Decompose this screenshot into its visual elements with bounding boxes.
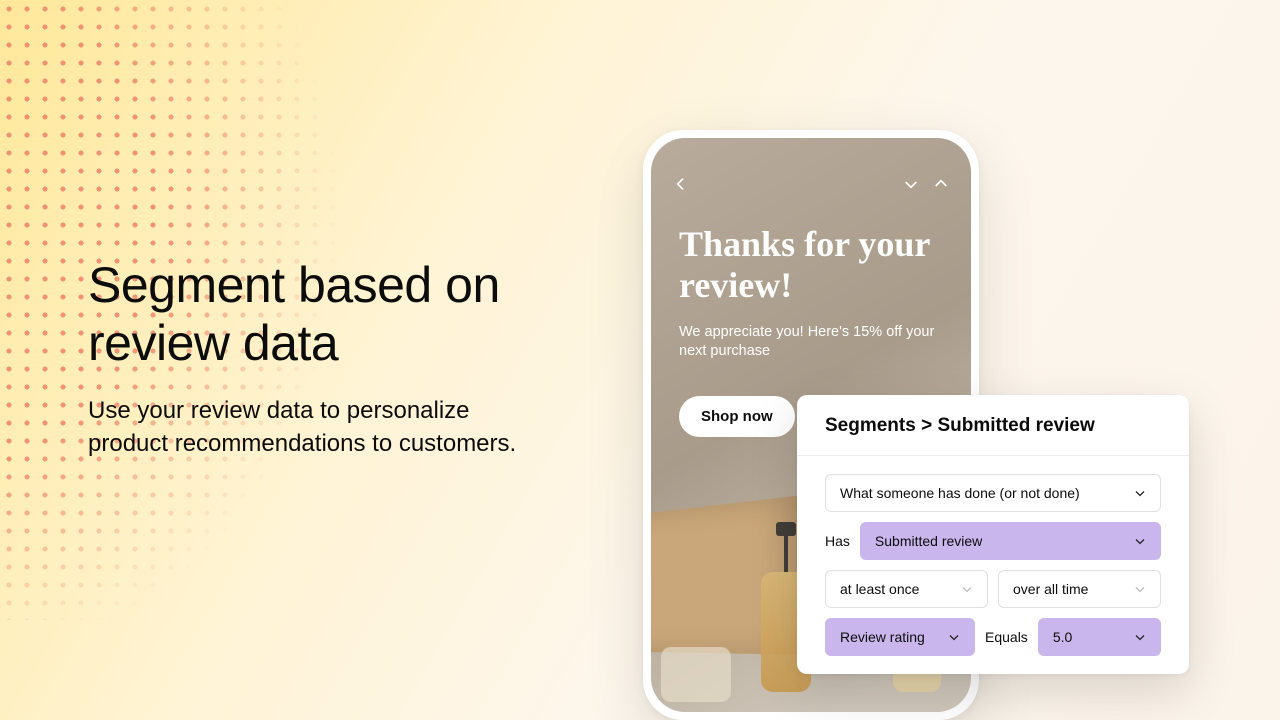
condition-type-select[interactable]: What someone has done (or not done) [825, 474, 1161, 512]
event-value: Submitted review [875, 533, 982, 549]
attribute-value: Review rating [840, 629, 925, 645]
chevron-down-icon [948, 631, 960, 643]
chevron-up-icon[interactable] [933, 176, 949, 192]
shop-now-button[interactable]: Shop now [679, 396, 795, 437]
email-title: Thanks for your review! [679, 224, 943, 307]
frequency-value: at least once [840, 581, 919, 597]
frequency-select[interactable]: at least once [825, 570, 988, 608]
subheadline: Use your review data to personalize prod… [88, 394, 518, 460]
email-subtitle: We appreciate you! Here's 15% off your n… [679, 323, 943, 362]
marketing-copy: Segment based on review data Use your re… [88, 257, 518, 460]
timeframe-select[interactable]: over all time [998, 570, 1161, 608]
chevron-down-icon [1134, 487, 1146, 499]
condition-type-label: What someone has done (or not done) [840, 485, 1080, 501]
timeframe-value: over all time [1013, 581, 1088, 597]
chevron-down-icon [1134, 535, 1146, 547]
headline: Segment based on review data [88, 257, 518, 372]
rating-value: 5.0 [1053, 629, 1072, 645]
operator-label: Equals [985, 629, 1028, 645]
chevron-down-icon [1134, 631, 1146, 643]
email-header: Thanks for your review! We appreciate yo… [679, 224, 943, 362]
email-topbar [651, 176, 971, 192]
event-select[interactable]: Submitted review [860, 522, 1161, 560]
back-icon[interactable] [673, 176, 689, 192]
panel-breadcrumb: Segments > Submitted review [797, 395, 1189, 456]
has-label: Has [825, 533, 850, 549]
attribute-select[interactable]: Review rating [825, 618, 975, 656]
chevron-down-icon[interactable] [903, 176, 919, 192]
segment-panel: Segments > Submitted review What someone… [797, 395, 1189, 674]
chevron-down-icon [1134, 583, 1146, 595]
value-select[interactable]: 5.0 [1038, 618, 1161, 656]
chevron-down-icon [961, 583, 973, 595]
